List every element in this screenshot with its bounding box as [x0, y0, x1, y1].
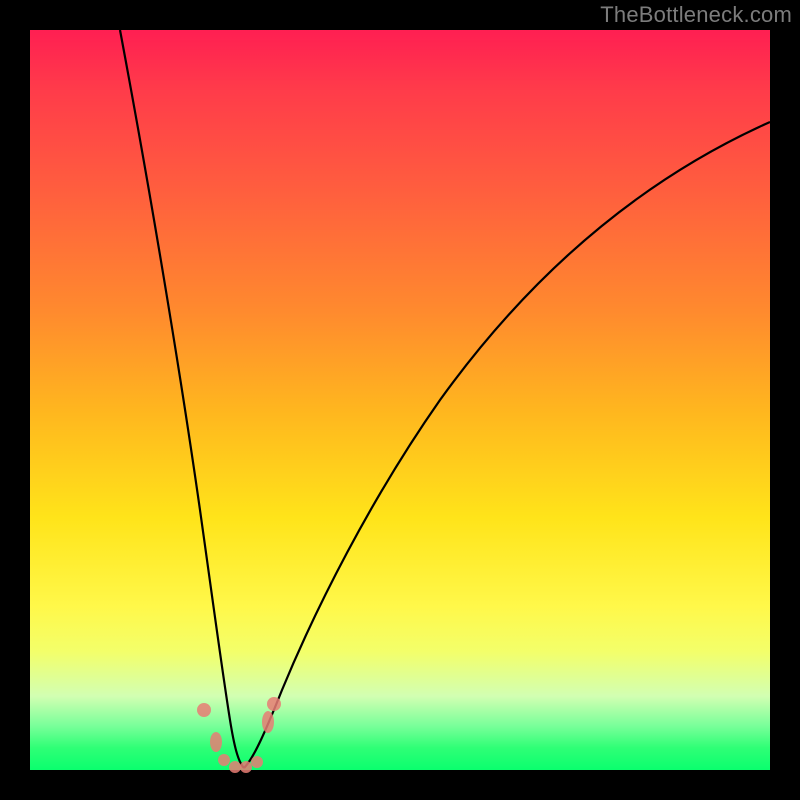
data-marker: [240, 761, 252, 773]
watermark-text: TheBottleneck.com: [600, 2, 792, 28]
data-marker: [262, 711, 274, 733]
curve-left-branch: [120, 30, 244, 768]
data-marker: [197, 703, 211, 717]
data-marker: [229, 761, 241, 773]
data-marker: [218, 754, 230, 766]
curve-right-branch: [244, 122, 770, 768]
plot-area: [30, 30, 770, 770]
data-marker: [210, 732, 222, 752]
chart-frame: TheBottleneck.com: [0, 0, 800, 800]
data-marker: [267, 697, 281, 711]
data-marker: [251, 756, 263, 768]
bottleneck-curve: [30, 30, 770, 770]
